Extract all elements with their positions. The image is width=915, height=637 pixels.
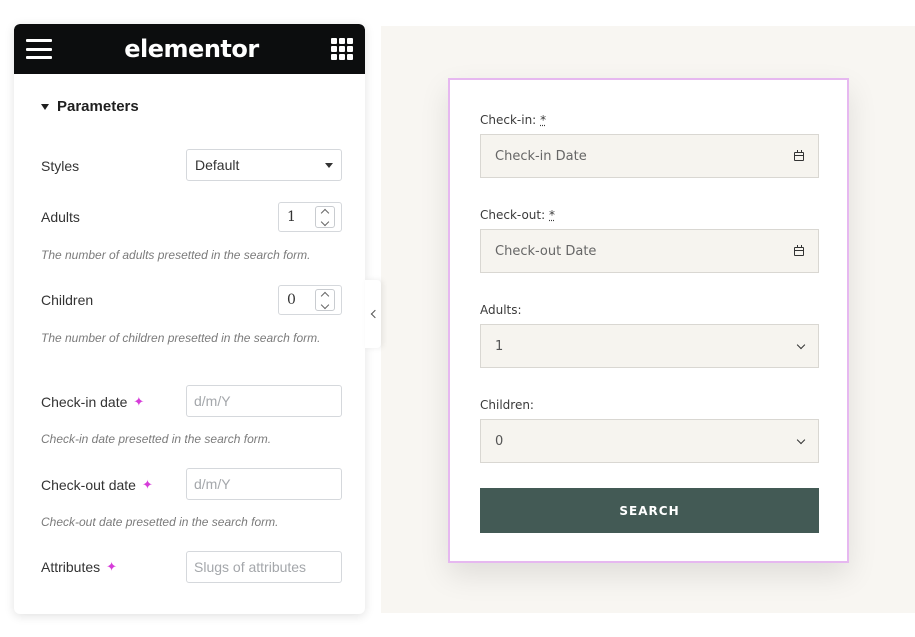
children-description: The number of children presetted in the …: [41, 331, 321, 345]
chevron-down-icon: [320, 217, 330, 226]
styles-select-value: Default: [195, 157, 240, 173]
checkout-field-label: Check-out: *: [480, 208, 555, 222]
required-mark: *: [549, 208, 555, 222]
search-form-card[interactable]: Check-in: * Check-in Date Check-out: * C…: [448, 78, 849, 563]
styles-select[interactable]: Default: [186, 149, 342, 181]
calendar-icon[interactable]: [794, 244, 804, 256]
children-number-value: 0: [287, 292, 296, 308]
children-label-text: Children: [41, 292, 94, 308]
attributes-label: Attributes ✦: [41, 559, 117, 575]
checkin-field-label: Check-in: *: [480, 113, 546, 127]
adults-description: The number of adults presetted in the se…: [41, 248, 311, 262]
search-button[interactable]: SEARCH: [480, 488, 819, 533]
children-field-label: Children:: [480, 398, 534, 412]
styles-label-text: Styles: [41, 158, 80, 174]
checkout-date-input[interactable]: [186, 468, 342, 500]
styles-label: Styles: [41, 158, 79, 174]
adults-select[interactable]: 1: [480, 324, 819, 368]
attributes-label-text: Attributes: [41, 559, 101, 575]
adults-field-label: Adults:: [480, 303, 522, 317]
chevron-down-icon: [320, 300, 330, 309]
sparkle-icon[interactable]: ✦: [142, 477, 153, 493]
panel-header: elementor: [14, 24, 365, 74]
children-select-value: 0: [495, 433, 504, 449]
chevron-down-icon: [796, 435, 806, 444]
grid-icon[interactable]: [330, 38, 353, 60]
checkout-date-label-text: Check-out date: [41, 477, 136, 493]
adults-stepper[interactable]: [315, 206, 335, 228]
chevron-up-icon: [320, 208, 330, 217]
chevron-left-icon: [370, 309, 379, 319]
checkin-date-field[interactable]: Check-in Date: [480, 134, 819, 178]
adults-select-value: 1: [495, 338, 504, 354]
calendar-icon[interactable]: [794, 149, 804, 161]
brand-logo: elementor: [124, 35, 259, 63]
chevron-down-icon: [796, 340, 806, 349]
checkin-date-description: Check-in date presetted in the search fo…: [41, 432, 272, 446]
checkout-date-placeholder: Check-out Date: [495, 243, 597, 259]
adults-label: Adults: [41, 209, 80, 225]
sparkle-icon[interactable]: ✦: [133, 394, 144, 410]
children-select[interactable]: 0: [480, 419, 819, 463]
checkout-date-description: Check-out date presetted in the search f…: [41, 515, 279, 529]
checkin-date-label: Check-in date ✦: [41, 394, 144, 410]
checkout-date-label: Check-out date ✦: [41, 477, 153, 493]
adults-number-input[interactable]: 1: [278, 202, 342, 232]
checkout-date-field[interactable]: Check-out Date: [480, 229, 819, 273]
checkout-field-label-text: Check-out:: [480, 208, 546, 222]
checkin-field-label-text: Check-in:: [480, 113, 537, 127]
sparkle-icon[interactable]: ✦: [106, 559, 117, 575]
elementor-panel: elementor Parameters Styles Default Adul…: [14, 24, 365, 614]
children-stepper[interactable]: [315, 289, 335, 311]
caret-down-icon: [325, 162, 333, 168]
triangle-down-icon: [41, 103, 49, 110]
adults-number-value: 1: [287, 209, 296, 225]
checkin-date-placeholder: Check-in Date: [495, 148, 587, 164]
chevron-up-icon: [320, 291, 330, 300]
attributes-input[interactable]: [186, 551, 342, 583]
checkin-date-label-text: Check-in date: [41, 394, 128, 410]
adults-label-text: Adults: [41, 209, 80, 225]
section-toggle-parameters[interactable]: Parameters: [41, 98, 139, 115]
checkin-date-input[interactable]: [186, 385, 342, 417]
children-number-input[interactable]: 0: [278, 285, 342, 315]
panel-collapse-button[interactable]: [365, 280, 381, 348]
hamburger-icon[interactable]: [26, 39, 52, 59]
children-label: Children: [41, 292, 93, 308]
required-mark: *: [540, 113, 547, 127]
section-title: Parameters: [57, 98, 139, 115]
